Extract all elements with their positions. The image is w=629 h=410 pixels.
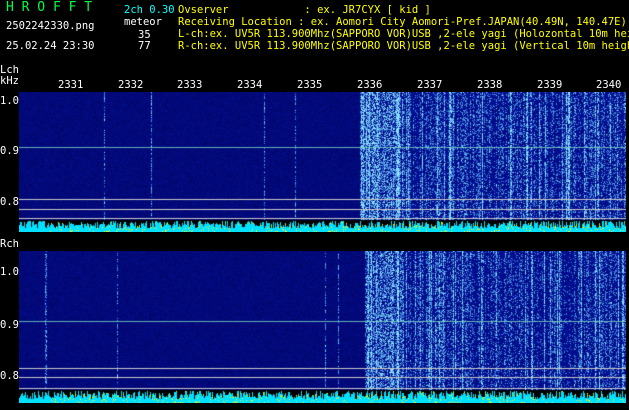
location-info: Receiving Location : ex. Aomori City Aom…	[178, 16, 627, 28]
rch-ytick-2: 0.9	[0, 319, 19, 331]
time-tick-2338: 2338	[477, 79, 503, 91]
observer-info: Ovserver : ex. JR7CYX [ kid ]	[178, 4, 431, 16]
time-tick-2339: 2339	[537, 79, 563, 91]
time-tick-2336: 2336	[357, 79, 383, 91]
kind-label: meteor	[124, 16, 162, 28]
rch-ytick-1: 1.0	[0, 266, 19, 278]
time-tick-2332: 2332	[118, 79, 144, 91]
time-tick-2333: 2333	[177, 79, 203, 91]
time-tick-2334: 2334	[237, 79, 263, 91]
time-tick-2331: 2331	[58, 79, 84, 91]
lch-spectrogram	[19, 92, 626, 232]
lch-unit-label: kHz	[0, 75, 19, 87]
datetime-label: 25.02.24 23:30	[6, 40, 95, 52]
lch-ytick-2: 0.9	[0, 145, 19, 157]
time-tick-2340: 2340	[596, 79, 622, 91]
rch-spectrogram	[19, 251, 626, 403]
rch-ytick-3: 0.8	[0, 370, 19, 382]
time-tick-2335: 2335	[297, 79, 323, 91]
lch-rx-info: L-ch:ex. UV5R 113.900Mhz(SAPPORO VOR)USB…	[178, 28, 629, 40]
time-tick-2337: 2337	[417, 79, 443, 91]
rch-rx-info: R-ch:ex. UV5R 113.900Mhz(SAPPORO VOR)USB…	[178, 40, 629, 52]
app-logo: H R O F F T	[6, 0, 93, 15]
file-name: 2502242330.png	[6, 20, 95, 32]
lch-ytick-3: 0.8	[0, 196, 19, 208]
mode-label: 2ch 0.30	[124, 4, 175, 16]
lch-ytick-1: 1.0	[0, 95, 19, 107]
rch-label: Rch	[0, 238, 19, 250]
count-rch: 77	[138, 40, 151, 52]
